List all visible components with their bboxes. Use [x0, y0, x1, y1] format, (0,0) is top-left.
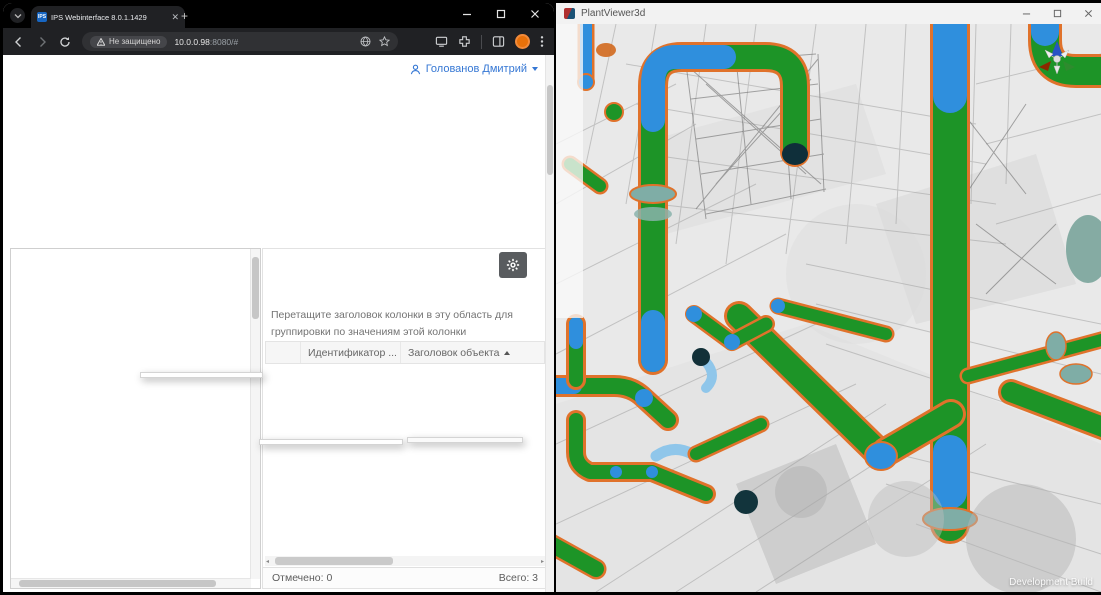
scene-3d [556, 24, 1101, 592]
address-bar: Не защищено 10.0.0.98:8080/# [3, 28, 554, 55]
security-badge-label: Не защищено [109, 37, 160, 46]
split-screen-icon[interactable] [492, 35, 505, 48]
minimize-icon[interactable] [462, 9, 472, 19]
development-build-watermark: Development Build [1009, 577, 1093, 588]
grid-header-icon-col [266, 342, 300, 363]
close-icon[interactable] [530, 9, 540, 19]
scroll-left-icon[interactable]: ◂ [266, 558, 269, 565]
group-by-hint: Перетащите заголовок колонки в эту облас… [271, 307, 537, 342]
browser-tab-title: IPS Webinterface 8.0.1.1429 [51, 13, 147, 22]
axis-y-cone [1063, 61, 1075, 71]
sort-asc-icon [504, 351, 510, 355]
new-tab-button[interactable]: + [181, 10, 188, 22]
back-icon[interactable] [13, 36, 25, 48]
tree-context-menu [140, 372, 263, 378]
viewer-minimize-icon[interactable] [1022, 9, 1031, 18]
user-menu[interactable]: Голованов Дмитрий [410, 63, 538, 75]
tab-search-button[interactable] [10, 8, 25, 23]
url-host: 10.0.0.98 [174, 37, 209, 47]
translate-icon[interactable] [360, 36, 371, 47]
extensions-icon[interactable] [458, 35, 471, 48]
site-favicon: IPS [37, 12, 47, 22]
scroll-right-icon[interactable]: ▸ [541, 558, 544, 565]
grid-header-id[interactable]: Идентификатор ... [300, 342, 400, 363]
app-page: Голованов Дмитрий Перетащите заголовок к… [3, 55, 554, 592]
viewer-3d-viewport[interactable]: Development Build [556, 24, 1101, 592]
plantviewer-window: PlantViewer3d [556, 3, 1101, 592]
viewer-maximize-icon[interactable] [1053, 9, 1062, 18]
kebab-menu-icon[interactable] [540, 35, 544, 48]
viewer-titlebar: PlantViewer3d [556, 3, 1101, 25]
maximize-icon[interactable] [496, 9, 506, 19]
tree-horizontal-scrollbar[interactable] [11, 578, 251, 588]
checked-count: Отмечено: 0 [272, 572, 332, 584]
save-monitor-icon[interactable] [435, 35, 448, 48]
grid-status-bar: Отмечено: 0 Всего: 3 [263, 567, 547, 588]
composition-grid-panel: Перетащите заголовок колонки в эту облас… [262, 248, 548, 589]
browser-tab[interactable]: IPS IPS Webinterface 8.0.1.1429 ✕ [31, 6, 185, 28]
url-path: :8080/# [210, 37, 238, 47]
orientation-gizmo[interactable] [1035, 38, 1079, 82]
reload-icon[interactable] [59, 36, 71, 48]
gear-icon [506, 258, 520, 272]
axis-x-cone [1039, 61, 1051, 71]
viewer-toolbar [556, 24, 583, 318]
viewer-close-icon[interactable] [1084, 9, 1093, 18]
page-vertical-scrollbar[interactable] [545, 55, 554, 592]
integrators-submenu [259, 439, 403, 445]
forward-icon[interactable] [36, 36, 48, 48]
divider [481, 35, 482, 49]
viewer-title: PlantViewer3d [581, 8, 645, 19]
tree-vertical-scrollbar[interactable] [250, 249, 260, 579]
object-tree-panel [10, 248, 261, 589]
total-count: Всего: 3 [499, 572, 538, 584]
grid-settings-button[interactable] [499, 252, 527, 278]
window-controls [462, 9, 540, 19]
caret-down-icon [532, 67, 538, 71]
tab-close-icon[interactable]: ✕ [171, 13, 179, 22]
grid-header: Идентификатор ... Заголовок объекта [265, 341, 545, 364]
warning-icon [97, 38, 105, 46]
security-badge[interactable]: Не защищено [90, 36, 167, 48]
viewer-window-controls [1022, 9, 1093, 18]
user-name: Голованов Дмитрий [426, 63, 527, 75]
url-text: 10.0.0.98:8080/# [174, 37, 238, 47]
browser-window: IPS IPS Webinterface 8.0.1.1429 ✕ + Не з… [3, 3, 554, 592]
person-icon [410, 64, 421, 75]
chevron-down-icon [14, 12, 22, 20]
bookmark-star-icon[interactable] [379, 36, 390, 47]
screen: { "browser": { "tab_title": "IPS Webinte… [0, 0, 1101, 595]
plantviewer3d-submenu [407, 437, 523, 443]
grid-header-title[interactable]: Заголовок объекта [400, 342, 544, 363]
plantviewer-logo-icon [564, 8, 575, 19]
url-field[interactable]: Не защищено 10.0.0.98:8080/# [82, 32, 398, 51]
browser-tab-strip: IPS IPS Webinterface 8.0.1.1429 ✕ + [3, 3, 554, 28]
grid-table: Идентификатор ... Заголовок объекта [265, 341, 545, 364]
grid-horizontal-scrollbar[interactable]: ◂ ▸ [265, 556, 545, 566]
profile-avatar[interactable] [515, 34, 530, 49]
